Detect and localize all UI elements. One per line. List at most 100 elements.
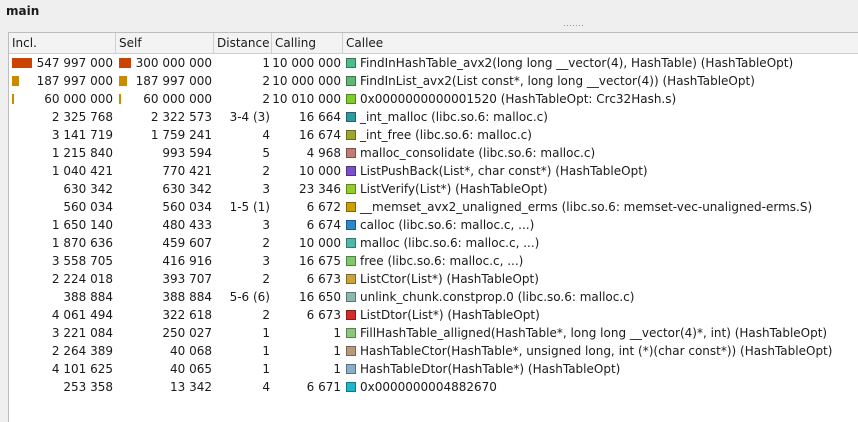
cost-color-icon	[346, 58, 356, 68]
callee-cell: FillHashTable_alligned(HashTable*, long …	[343, 324, 858, 342]
callee-cell: HashTableCtor(HashTable*, unsigned long,…	[343, 342, 858, 360]
table-row[interactable]: 1 650 140 480 433 3 6 674 calloc (libc.so.6:…	[9, 216, 858, 234]
callee-name: 0x0000000004882670	[360, 380, 497, 394]
callee-cell: free (libc.so.6: malloc.c, ...)	[343, 252, 858, 270]
table-row[interactable]: 187 997 000 187 997 000 2 10 000 000 FindInL…	[9, 72, 858, 90]
incl-cell: 4 061 494	[9, 306, 113, 324]
incl-cell: 630 342	[9, 180, 113, 198]
resize-grip-icon[interactable]	[563, 24, 585, 27]
table-row[interactable]: 388 884 388 884 5-6 (6) 16 650 unlink_chunk.…	[9, 288, 858, 306]
incl-value: 60 000 000	[44, 92, 113, 106]
incl-value: 253 358	[63, 380, 113, 394]
self-cell: 40 065	[116, 360, 212, 378]
incl-cell: 3 558 705	[9, 252, 113, 270]
calling-value: 10 000 000	[272, 56, 341, 70]
self-value: 388 884	[162, 290, 212, 304]
calling-value: 1	[333, 326, 341, 340]
table-row[interactable]: 60 000 000 60 000 000 2 10 010 000 0x0000000…	[9, 90, 858, 108]
table-row[interactable]: 4 101 625 40 065 1 1 HashTableDtor(HashTable…	[9, 360, 858, 378]
table-row[interactable]: 3 558 705 416 916 3 16 675 free (libc.so.6: …	[9, 252, 858, 270]
callee-list-view[interactable]: Incl. Self Distance Calling Callee 547 9…	[8, 32, 858, 422]
incl-value: 1 215 840	[51, 146, 113, 160]
column-header-calling[interactable]: Calling	[272, 33, 343, 53]
callee-cell: 0x0000000000001520 (HashTableOpt: Crc32H…	[343, 90, 858, 108]
self-cell: 13 342	[116, 378, 212, 396]
distance-value: 2	[262, 164, 270, 178]
callee-name: ListPushBack(List*, char const*) (HashTa…	[360, 164, 648, 178]
cost-color-icon	[346, 166, 356, 176]
column-header-callee[interactable]: Callee	[343, 33, 858, 53]
incl-cell: 4 101 625	[9, 360, 113, 378]
distance-value: 4	[262, 380, 270, 394]
cost-color-icon	[346, 202, 356, 212]
distance-value: 1	[262, 362, 270, 376]
incl-value: 2 224 018	[51, 272, 113, 286]
table-header: Incl. Self Distance Calling Callee	[9, 33, 858, 54]
incl-cost-bar	[12, 94, 14, 104]
self-cost-bar	[119, 76, 127, 86]
cost-color-icon	[346, 256, 356, 266]
calling-value: 1	[333, 362, 341, 376]
distance-value: 3-4 (3)	[229, 110, 270, 124]
table-row[interactable]: 3 141 719 1 759 241 4 16 674 _int_free (libc…	[9, 126, 858, 144]
incl-value: 3 221 084	[51, 326, 113, 340]
distance-value: 2	[262, 92, 270, 106]
calling-value: 10 000	[299, 164, 341, 178]
self-value: 187 997 000	[135, 74, 212, 88]
self-value: 560 034	[162, 200, 212, 214]
callee-cell: FindInList_avx2(List const*, long long _…	[343, 72, 858, 90]
self-cell: 1 759 241	[116, 126, 212, 144]
incl-value: 4 101 625	[51, 362, 113, 376]
table-row[interactable]: 1 870 636 459 607 2 10 000 malloc (libc.so.6…	[9, 234, 858, 252]
incl-cell: 3 141 719	[9, 126, 113, 144]
column-header-distance[interactable]: Distance	[214, 33, 272, 53]
callee-name: calloc (libc.so.6: malloc.c, ...)	[360, 218, 535, 232]
cost-color-icon	[346, 364, 356, 374]
self-value: 993 594	[162, 146, 212, 160]
self-cell: 459 607	[116, 234, 212, 252]
callee-name: _int_free (libc.so.6: malloc.c)	[360, 128, 532, 142]
callee-cell: ListCtor(List*) (HashTableOpt)	[343, 270, 858, 288]
distance-value: 2	[262, 74, 270, 88]
self-cost-bar	[119, 58, 131, 68]
self-cell: 322 618	[116, 306, 212, 324]
table-row[interactable]: 1 040 421 770 421 2 10 000 ListPushBack(List…	[9, 162, 858, 180]
callee-name: malloc_consolidate (libc.so.6: malloc.c)	[360, 146, 596, 160]
distance-value: 1	[262, 326, 270, 340]
distance-value: 3	[262, 182, 270, 196]
self-value: 416 916	[162, 254, 212, 268]
table-row[interactable]: 4 061 494 322 618 2 6 673 ListDtor(List*) (H…	[9, 306, 858, 324]
incl-cell: 2 264 389	[9, 342, 113, 360]
table-row[interactable]: 2 264 389 40 068 1 1 HashTableCtor(HashTable…	[9, 342, 858, 360]
incl-value: 4 061 494	[51, 308, 113, 322]
distance-value: 1	[262, 344, 270, 358]
incl-cell: 1 040 421	[9, 162, 113, 180]
table-row[interactable]: 253 358 13 342 4 6 671 0x0000000004882670	[9, 378, 858, 396]
column-header-incl[interactable]: Incl.	[9, 33, 116, 53]
callee-name: ListDtor(List*) (HashTableOpt)	[360, 308, 540, 322]
self-value: 2 322 573	[150, 110, 212, 124]
distance-value: 2	[262, 308, 270, 322]
table-row[interactable]: 2 325 768 2 322 573 3-4 (3) 16 664 _int_mall…	[9, 108, 858, 126]
cost-color-icon	[346, 76, 356, 86]
cost-color-icon	[346, 310, 356, 320]
calling-value: 10 000	[299, 236, 341, 250]
incl-value: 388 884	[63, 290, 113, 304]
incl-value: 547 997 000	[36, 56, 113, 70]
table-row[interactable]: 2 224 018 393 707 2 6 673 ListCtor(List*) (H…	[9, 270, 858, 288]
table-row[interactable]: 547 997 000 300 000 000 1 10 000 000 FindInH…	[9, 54, 858, 72]
table-row[interactable]: 630 342 630 342 3 23 346 ListVerify(List*) (…	[9, 180, 858, 198]
callee-name: ListVerify(List*) (HashTableOpt)	[360, 182, 548, 196]
incl-value: 1 650 140	[51, 218, 113, 232]
table-row[interactable]: 1 215 840 993 594 5 4 968 malloc_consolidate…	[9, 144, 858, 162]
table-row[interactable]: 560 034 560 034 1-5 (1) 6 672 __memset_avx2_…	[9, 198, 858, 216]
cost-color-icon	[346, 346, 356, 356]
incl-cost-bar	[12, 58, 32, 68]
table-row[interactable]: 3 221 084 250 027 1 1 FillHashTable_alligned…	[9, 324, 858, 342]
column-header-self[interactable]: Self	[116, 33, 214, 53]
distance-value: 4	[262, 128, 270, 142]
incl-cell: 1 870 636	[9, 234, 113, 252]
self-value: 60 000 000	[143, 92, 212, 106]
self-cell: 300 000 000	[116, 54, 212, 72]
cost-color-icon	[346, 112, 356, 122]
